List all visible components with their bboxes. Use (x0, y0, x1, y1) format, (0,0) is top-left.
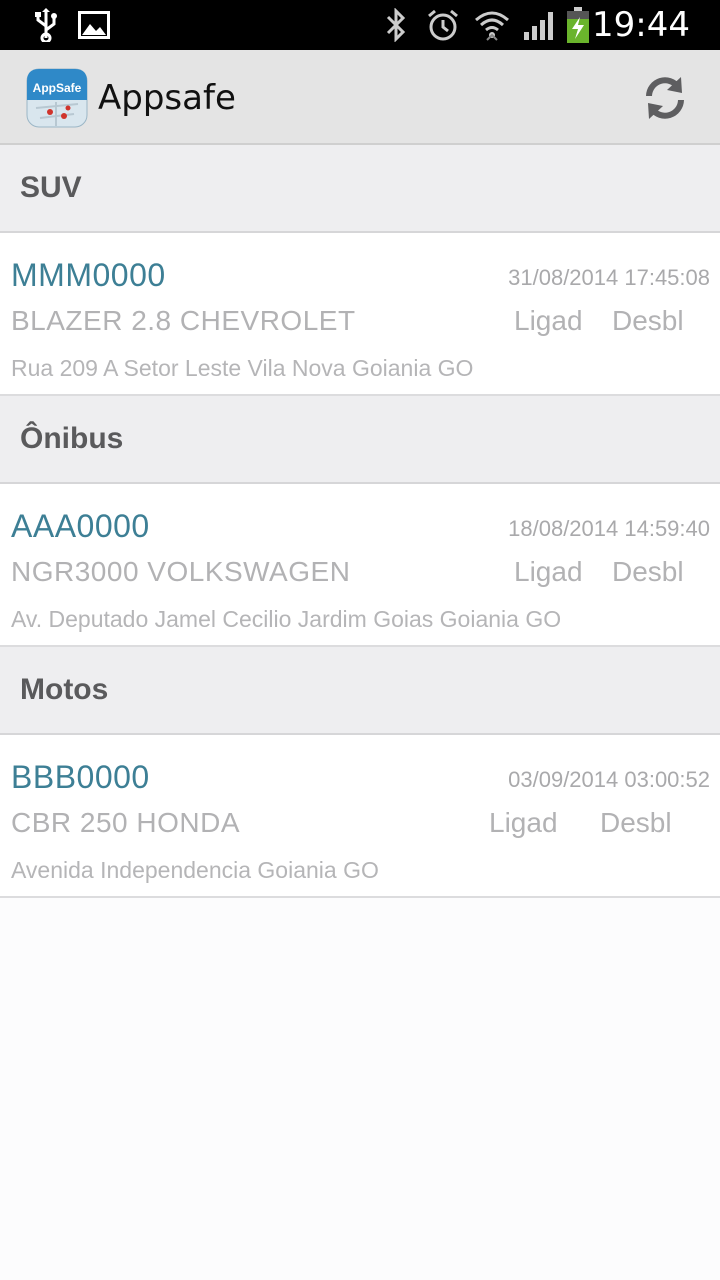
section-title: Ônibus (20, 422, 124, 455)
signal-icon (522, 8, 558, 42)
vehicle-row[interactable]: MMM0000 31/08/2014 17:45:08 BLAZER 2.8 C… (0, 233, 720, 396)
vehicle-address: Av. Deputado Jamel Cecilio Jardim Goias … (11, 606, 562, 632)
vehicle-model: NGR3000 VOLKSWAGEN (11, 556, 351, 587)
section-title: SUV (20, 171, 82, 204)
section-header-motos: Motos (0, 647, 720, 735)
vehicle-address: Avenida Independencia Goiania GO (11, 857, 379, 883)
vehicle-row[interactable]: AAA0000 18/08/2014 14:59:40 NGR3000 VOLK… (0, 484, 720, 647)
vehicle-plate: MMM0000 (11, 257, 166, 293)
clock-time: 19:44 (592, 5, 690, 45)
vehicle-timestamp: 03/09/2014 03:00:52 (508, 767, 710, 792)
ignition-status: Ligad (514, 556, 583, 587)
action-bar: AppSafe Appsafe (0, 50, 720, 145)
image-icon (78, 8, 110, 42)
wifi-icon (474, 8, 510, 42)
vehicle-plate: BBB0000 (11, 759, 150, 795)
vehicle-row[interactable]: BBB0000 03/09/2014 03:00:52 CBR 250 HOND… (0, 735, 720, 898)
appsafe-logo-icon: AppSafe (26, 68, 88, 128)
vehicle-model: CBR 250 HONDA (11, 807, 241, 838)
section-header-onibus: Ônibus (0, 396, 720, 484)
status-bar: 19:44 (0, 0, 720, 50)
refresh-icon (646, 77, 684, 119)
vehicle-timestamp: 31/08/2014 17:45:08 (508, 265, 710, 290)
app-title: Appsafe (98, 78, 236, 118)
usb-icon (32, 8, 60, 42)
lock-status: Desbl (612, 556, 684, 587)
section-title: Motos (20, 673, 109, 706)
vehicle-plate: AAA0000 (11, 508, 150, 544)
lock-status: Desbl (612, 305, 684, 336)
vehicle-address: Rua 209 A Setor Leste Vila Nova Goiania … (11, 355, 474, 381)
vehicle-timestamp: 18/08/2014 14:59:40 (508, 516, 710, 541)
refresh-button[interactable] (640, 72, 690, 124)
bluetooth-icon (384, 8, 408, 42)
battery-charging-icon (566, 7, 590, 43)
vehicle-model: BLAZER 2.8 CHEVROLET (11, 305, 356, 336)
section-header-suv: SUV (0, 145, 720, 233)
ignition-status: Ligad (489, 807, 558, 838)
alarm-icon (426, 8, 460, 42)
vehicle-list: SUV MMM0000 31/08/2014 17:45:08 BLAZER 2… (0, 145, 720, 898)
lock-status: Desbl (600, 807, 672, 838)
ignition-status: Ligad (514, 305, 583, 336)
svg-text:AppSafe: AppSafe (33, 81, 82, 95)
